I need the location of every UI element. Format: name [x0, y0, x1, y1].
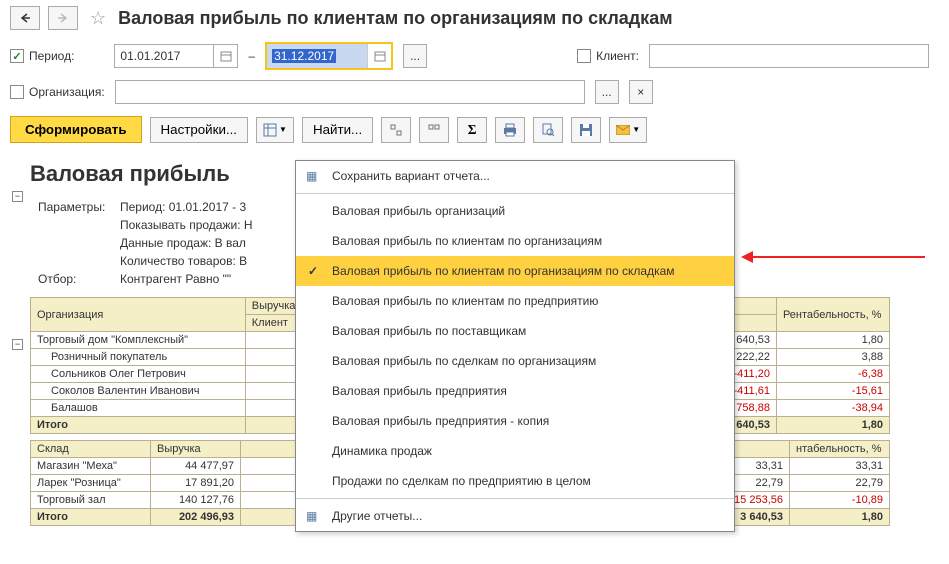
period-label: Период:	[29, 49, 74, 63]
menu-report-variant[interactable]: Валовая прибыль по клиентам по организац…	[296, 226, 734, 256]
collapse-rows-icon	[427, 123, 441, 137]
menu-report-variant[interactable]: Валовая прибыль по сделкам по организаци…	[296, 346, 734, 376]
org-checkbox[interactable]	[10, 85, 24, 99]
tree-collapse-button[interactable]: −	[12, 191, 23, 202]
date-separator: –	[248, 49, 255, 63]
generate-button[interactable]: Сформировать	[10, 116, 142, 143]
sum-button[interactable]: Σ	[457, 117, 487, 143]
org-label: Организация:	[29, 85, 105, 99]
menu-report-variant[interactable]: Валовая прибыль предприятия	[296, 376, 734, 406]
date-to-calendar-button[interactable]	[367, 44, 391, 68]
calendar-icon	[220, 50, 232, 62]
menu-save-variant[interactable]: Сохранить вариант отчета...	[296, 161, 734, 191]
page-title: Валовая прибыль по клиентам по организац…	[118, 8, 672, 29]
period-checkbox[interactable]	[10, 49, 24, 63]
date-to-input[interactable]: 31.12.2017	[267, 44, 367, 68]
expand-button[interactable]	[381, 117, 411, 143]
client-label: Клиент:	[596, 49, 639, 63]
print-button[interactable]	[495, 117, 525, 143]
menu-report-variant[interactable]: Динамика продаж	[296, 436, 734, 466]
chevron-down-icon: ▼	[279, 125, 287, 134]
calendar-icon	[374, 50, 386, 62]
menu-report-variant[interactable]: Продажи по сделкам по предприятию в цело…	[296, 466, 734, 496]
floppy-icon	[579, 123, 593, 137]
arrow-right-icon	[57, 13, 69, 23]
nav-back-button[interactable]	[10, 6, 40, 30]
favorite-star-icon[interactable]: ☆	[90, 8, 106, 29]
menu-separator	[296, 498, 734, 499]
menu-report-variant[interactable]: Валовая прибыль по поставщикам	[296, 316, 734, 346]
arrow-left-icon	[19, 13, 31, 23]
report-variant-dropdown-button[interactable]: ▼	[256, 117, 294, 143]
printer-icon	[503, 123, 517, 137]
report-variant-menu: Сохранить вариант отчета... Валовая приб…	[295, 160, 735, 532]
org-clear-button[interactable]: ×	[629, 80, 653, 104]
collapse-button[interactable]	[419, 117, 449, 143]
period-select-button[interactable]: ...	[403, 44, 427, 68]
col-profit: Рентабельность, %	[776, 298, 889, 332]
settings-button[interactable]: Настройки...	[150, 117, 248, 143]
date-from-input[interactable]: 01.01.2017	[114, 44, 214, 68]
col-revenue: Выручка	[151, 441, 241, 458]
table-icon	[263, 123, 277, 137]
menu-report-variant[interactable]: Валовая прибыль по клиентам по организац…	[296, 256, 734, 286]
chevron-down-icon: ▼	[632, 125, 640, 134]
menu-separator	[296, 193, 734, 194]
menu-other-reports[interactable]: Другие отчеты...	[296, 501, 734, 531]
col-profit: нтабельность, %	[790, 441, 890, 458]
menu-report-variant[interactable]: Валовая прибыль по клиентам по предприят…	[296, 286, 734, 316]
expand-rows-icon	[389, 123, 403, 137]
col-organization: Организация	[31, 298, 246, 332]
magnifier-page-icon	[541, 123, 555, 137]
col-warehouse: Склад	[31, 441, 151, 458]
preview-button[interactable]	[533, 117, 563, 143]
report-parameters: Параметры:Период: 01.01.2017 - 3 Показыв…	[30, 197, 261, 289]
nav-forward-button[interactable]	[48, 6, 78, 30]
menu-report-variant[interactable]: Валовая прибыль предприятия - копия	[296, 406, 734, 436]
email-dropdown-button[interactable]: ▼	[609, 117, 647, 143]
tree-collapse-button[interactable]: −	[12, 339, 23, 350]
menu-report-variant[interactable]: Валовая прибыль организаций	[296, 196, 734, 226]
save-button[interactable]	[571, 117, 601, 143]
date-from-calendar-button[interactable]	[214, 44, 238, 68]
client-input[interactable]	[649, 44, 929, 68]
envelope-icon	[616, 125, 630, 135]
client-checkbox[interactable]	[577, 49, 591, 63]
sigma-icon: Σ	[468, 122, 477, 138]
org-select-button[interactable]: ...	[595, 80, 619, 104]
org-input[interactable]	[115, 80, 585, 104]
find-button[interactable]: Найти...	[302, 117, 373, 143]
